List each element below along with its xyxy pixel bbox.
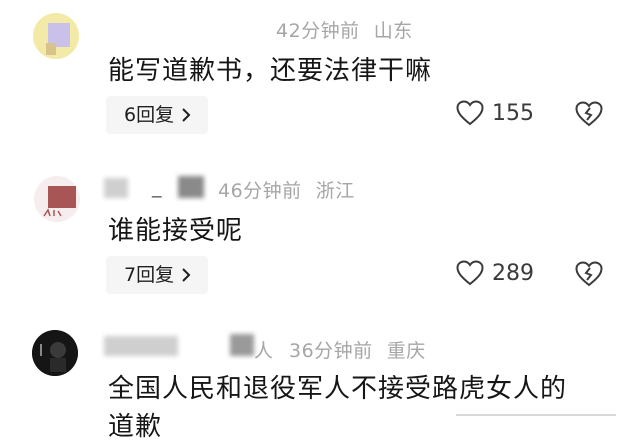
comment-item: _ 46分钟前 浙江 谁能接受呢 7回复 289 [0,160,640,310]
view-replies-button[interactable]: 6回复 [106,96,209,134]
avatar-image [34,176,80,222]
avatar[interactable] [33,13,79,59]
comment-location: 浙江 [315,180,355,202]
avatar-image [33,13,79,59]
comment-location: 重庆 [386,340,426,362]
username-redacted [104,178,128,198]
like-button[interactable]: 155 [456,100,534,126]
comment-time: 36分钟前 [289,340,373,362]
username-fragment: 人 [254,340,274,362]
comment-item: 42分钟前 山东 能写道歉书，还要法律干嘛 6回复 155 [0,0,640,140]
dislike-button[interactable] [574,260,604,292]
watermark-strip [456,414,616,416]
avatar-image [32,330,78,376]
comment-text: 谁能接受呢 [108,216,244,246]
like-count: 289 [492,260,534,286]
like-button[interactable]: 289 [456,260,534,286]
heart-outline-icon [456,260,484,286]
replies-label: 7回复 [124,264,175,286]
dislike-button[interactable] [574,100,604,132]
username-fragment: _ [152,176,162,198]
username-redacted [178,176,204,198]
username-redacted [104,336,178,356]
comment-meta: 42分钟前 山东 [276,16,413,43]
chevron-right-icon [182,108,191,122]
broken-heart-icon [575,261,603,287]
avatar[interactable] [34,176,80,222]
avatar[interactable] [32,330,78,376]
heart-outline-icon [456,100,484,126]
comment-item: 人 36分钟前 重庆 全国人民和退役军人不接受路虎女人的 道歉 [0,318,640,442]
comment-meta: 46分钟前 浙江 [218,176,355,203]
comment-text: 全国人民和退役军人不接受路虎女人的 [108,374,568,404]
comment-meta: 36分钟前 重庆 [289,336,426,363]
broken-heart-icon [575,101,603,127]
username-redacted [230,334,254,356]
comment-location: 山东 [373,20,413,42]
like-count: 155 [492,100,534,126]
comment-time: 42分钟前 [276,20,360,42]
comment-time: 46分钟前 [218,180,302,202]
chevron-right-icon [182,268,191,282]
comment-text-continued: 道歉 [108,412,163,442]
view-replies-button[interactable]: 7回复 [106,256,209,294]
comment-text: 能写道歉书，还要法律干嘛 [108,56,433,86]
replies-label: 6回复 [124,104,175,126]
